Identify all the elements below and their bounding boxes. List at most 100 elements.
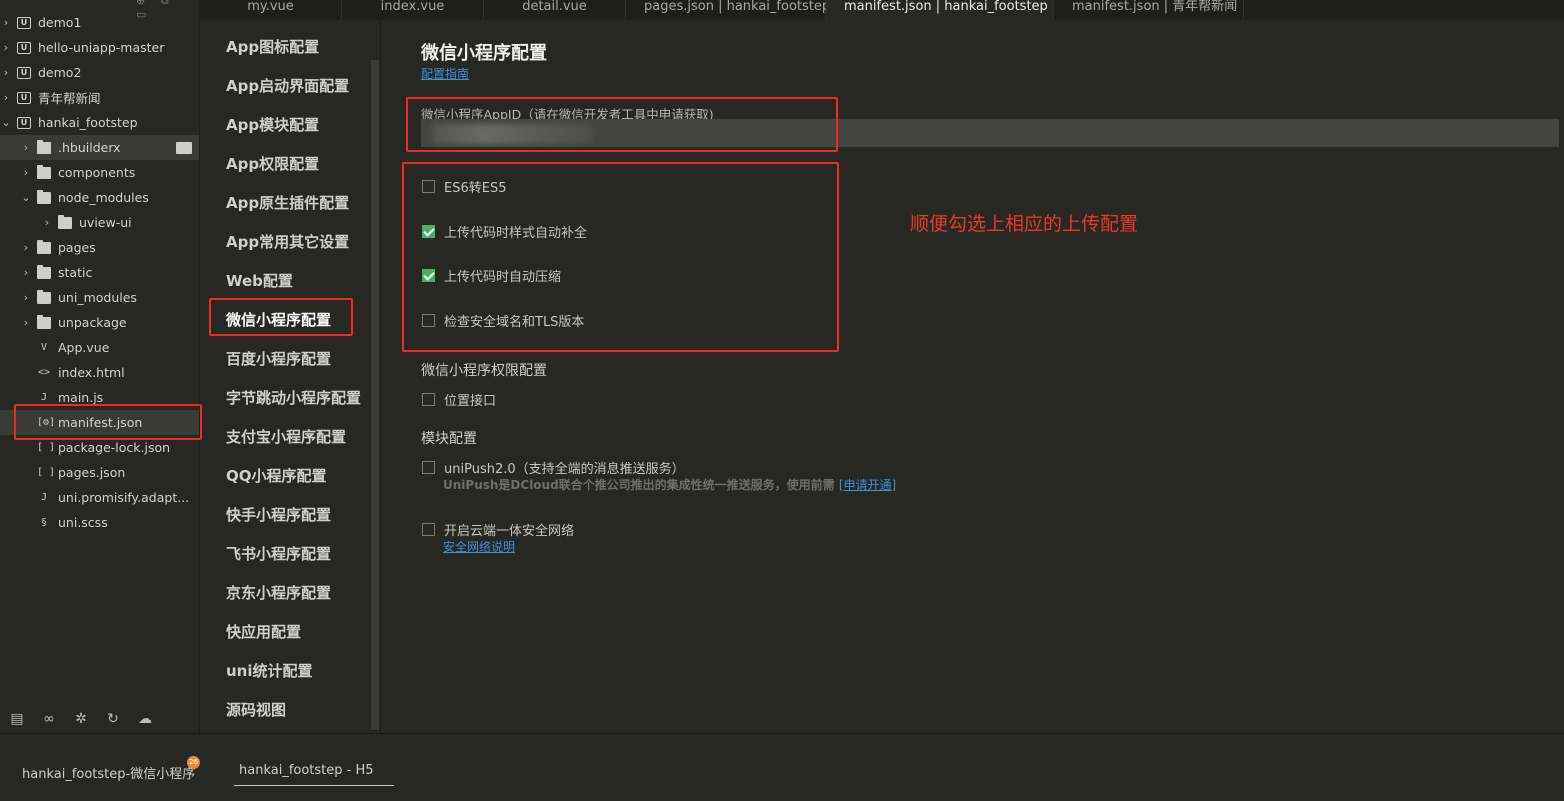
chevron-right-icon[interactable]: ›	[41, 216, 53, 229]
nav-item-feishu[interactable]: 飞书小程序配置	[226, 543, 331, 564]
chevron-right-icon[interactable]: ›	[0, 91, 12, 104]
tab-manifest-json-qingnian[interactable]: manifest.json | 青年帮新闻	[1054, 0, 1244, 20]
manifest-file-icon: [⚙]	[37, 416, 56, 428]
chevron-right-icon[interactable]: ›	[0, 66, 12, 79]
run-tab-weixin[interactable]: hankai_footstep-微信小程序	[22, 763, 195, 782]
tab-index-vue[interactable]: index.vue	[342, 0, 484, 20]
folder-icon	[37, 264, 51, 279]
tree-item-demo1[interactable]: › U demo1	[0, 10, 199, 35]
nav-item-quickapp[interactable]: 快应用配置	[226, 621, 301, 642]
tree-item-label: .hbuilderx	[58, 140, 121, 155]
nav-item-app-icon[interactable]: App图标配置	[226, 36, 319, 57]
option-unipush[interactable]: uniPush2.0（支持全端的消息推送服务）	[422, 458, 685, 477]
tree-item-qingnianbang[interactable]: › U 青年帮新闻	[0, 85, 199, 110]
tree-item-uni-modules[interactable]: › uni_modules	[0, 285, 199, 310]
checkbox[interactable]	[422, 523, 435, 536]
chevron-right-icon[interactable]: ›	[20, 316, 32, 329]
tree-item-unpackage[interactable]: › unpackage	[0, 310, 199, 335]
chevron-right-icon[interactable]: ›	[0, 41, 12, 54]
tree-item-node-modules[interactable]: ⌄ node_modules	[0, 185, 199, 210]
tree-item-hbuilderx[interactable]: › .hbuilderx	[0, 135, 199, 160]
tab-pages-json[interactable]: pages.json | hankai_footstep	[626, 0, 830, 20]
nav-item-weixin-miniprogram[interactable]: 微信小程序配置	[226, 309, 331, 330]
nav-item-qq[interactable]: QQ小程序配置	[226, 465, 327, 486]
option-style-autocomplete[interactable]: 上传代码时样式自动补全	[422, 222, 587, 241]
nav-item-alipay[interactable]: 支付宝小程序配置	[226, 426, 346, 447]
tree-item-pages-json[interactable]: [ ] pages.json	[0, 460, 199, 485]
tree-item-label: unpackage	[58, 315, 127, 330]
tree-item-uni-promisify[interactable]: J uni.promisify.adapt...	[0, 485, 199, 510]
tree-item-hankai-footstep[interactable]: ⌄ U hankai_footstep	[0, 110, 199, 135]
option-es6-to-es5[interactable]: ES6转ES5	[422, 177, 506, 196]
tab-my-vue[interactable]: my.vue	[200, 0, 342, 20]
nav-item-baidu[interactable]: 百度小程序配置	[226, 348, 331, 369]
tree-item-label: node_modules	[58, 190, 149, 205]
tree-item-index-html[interactable]: <> index.html	[0, 360, 199, 385]
tab-manifest-json[interactable]: manifest.json | hankai_footstep	[826, 0, 1054, 20]
tree-item-pages[interactable]: › pages	[0, 235, 199, 260]
nav-item-uni-stat[interactable]: uni统计配置	[226, 660, 313, 681]
nav-item-web[interactable]: Web配置	[226, 270, 293, 291]
nav-item-app-splash[interactable]: App启动界面配置	[226, 75, 349, 96]
checkbox[interactable]	[422, 225, 435, 238]
nav-item-jd[interactable]: 京东小程序配置	[226, 582, 331, 603]
chevron-right-icon[interactable]: ›	[20, 291, 32, 304]
nav-item-app-permissions[interactable]: App权限配置	[226, 153, 319, 174]
tab-detail-vue[interactable]: detail.vue	[484, 0, 626, 20]
apply-link[interactable]: [申请开通]	[839, 478, 896, 492]
git-icon[interactable]: ↻	[104, 711, 122, 727]
chevron-down-icon[interactable]: ⌄	[20, 191, 32, 204]
run-tab-h5[interactable]: hankai_footstep - H5	[234, 763, 394, 786]
nav-item-kuaishou[interactable]: 快手小程序配置	[226, 504, 331, 525]
chevron-right-icon[interactable]: ›	[0, 16, 12, 29]
option-location-api[interactable]: 位置接口	[422, 390, 496, 409]
bug-icon[interactable]: ✲	[72, 711, 90, 727]
project-tree-icon[interactable]: ▤	[8, 711, 26, 727]
tree-item-label: hankai_footstep	[38, 115, 138, 130]
nav-scrollbar[interactable]	[371, 60, 379, 730]
tree-item-components[interactable]: › components	[0, 160, 199, 185]
checkbox[interactable]	[422, 314, 435, 327]
tree-item-label: static	[58, 265, 93, 280]
option-check-domain-tls[interactable]: 检查安全域名和TLS版本	[422, 311, 584, 330]
tree-item-uview-ui[interactable]: › uview-ui	[0, 210, 199, 235]
nav-item-app-native-plugins[interactable]: App原生插件配置	[226, 192, 349, 213]
open-folder-icon[interactable]	[176, 142, 192, 154]
config-guide-link[interactable]: 配置指南	[421, 65, 469, 82]
tree-item-static[interactable]: › static	[0, 260, 199, 285]
tree-item-label: uni.promisify.adapt...	[58, 490, 190, 505]
chevron-right-icon[interactable]: ›	[20, 141, 32, 154]
permission-section-title: 微信小程序权限配置	[421, 363, 547, 379]
checkbox[interactable]	[422, 461, 435, 474]
tree-item-main-js[interactable]: J main.js	[0, 385, 199, 410]
checkbox[interactable]	[422, 180, 435, 193]
option-auto-minify[interactable]: 上传代码时自动压缩	[422, 266, 561, 285]
tree-item-package-lock-json[interactable]: [ ] package-lock.json	[0, 435, 199, 460]
tree-item-hello-uniapp-master[interactable]: › U hello-uniapp-master	[0, 35, 199, 60]
chevron-right-icon[interactable]: ›	[20, 241, 32, 254]
tree-item-demo2[interactable]: › U demo2	[0, 60, 199, 85]
tree-item-label: index.html	[58, 365, 125, 380]
secure-network-link[interactable]: 安全网络说明	[443, 538, 515, 555]
nav-item-app-modules[interactable]: App模块配置	[226, 114, 319, 135]
option-label: uniPush2.0（支持全端的消息推送服务）	[444, 462, 685, 477]
chevron-right-icon[interactable]: ›	[20, 266, 32, 279]
js-file-icon: J	[40, 491, 48, 503]
nav-item-app-other-settings[interactable]: App常用其它设置	[226, 231, 349, 252]
tree-item-manifest-json[interactable]: [⚙] manifest.json	[0, 410, 199, 435]
scss-file-icon: §	[40, 516, 48, 528]
checkbox[interactable]	[422, 269, 435, 282]
tree-item-uni-scss[interactable]: § uni.scss	[0, 510, 199, 535]
folder-icon	[37, 164, 51, 179]
option-secure-network[interactable]: 开启云端一体安全网络	[422, 520, 574, 539]
binoculars-icon[interactable]: ∞	[40, 711, 58, 727]
tree-item-app-vue[interactable]: V App.vue	[0, 335, 199, 360]
cloud-icon[interactable]: ☁	[136, 711, 154, 727]
hbuilderx-window: ⊕ ⧉ ▭ › U demo1 › U hello-uniapp-master …	[0, 0, 1564, 801]
tree-item-label: hello-uniapp-master	[38, 40, 165, 55]
chevron-right-icon[interactable]: ›	[20, 166, 32, 179]
nav-item-source-view[interactable]: 源码视图	[226, 699, 286, 720]
nav-item-bytedance[interactable]: 字节跳动小程序配置	[226, 387, 361, 408]
chevron-down-icon[interactable]: ⌄	[0, 116, 12, 129]
checkbox[interactable]	[422, 393, 435, 406]
